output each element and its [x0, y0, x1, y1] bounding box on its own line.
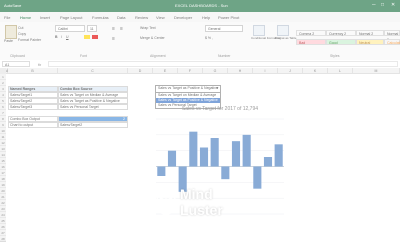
column-header-c[interactable]: C — [58, 68, 128, 74]
tab-help[interactable]: Help — [202, 15, 210, 20]
autosave-label[interactable]: AutoSave — [4, 3, 21, 8]
column-header-e[interactable]: E — [153, 68, 178, 74]
format-as-table-button[interactable]: Format as Table — [275, 36, 296, 40]
style-normal-3[interactable]: Normal 3 — [384, 30, 400, 42]
tab-view[interactable]: View — [156, 15, 165, 20]
tab-file[interactable]: File — [4, 15, 10, 20]
style-good[interactable]: Good — [326, 39, 356, 45]
group-clipboard: Clipboard — [10, 54, 25, 58]
chart-bar — [167, 150, 177, 167]
chart-to-output-label[interactable]: Chart to output — [8, 122, 58, 128]
style-bad[interactable]: Bad — [296, 39, 326, 45]
watermark-line-2: Luster — [180, 202, 223, 218]
brain-icon — [156, 191, 176, 215]
merge-center-button[interactable]: Merge & Center — [140, 36, 165, 40]
tab-developer[interactable]: Developer — [174, 15, 192, 20]
style-currency-2[interactable]: Currency 2 — [326, 30, 356, 36]
bold-icon[interactable]: B — [55, 35, 58, 39]
chart-bar — [221, 166, 230, 180]
paste-label[interactable]: Paste — [4, 39, 13, 43]
chevron-down-icon[interactable]: ▼ — [216, 86, 219, 90]
maximize-icon[interactable]: □ — [381, 2, 384, 8]
column-header-i[interactable]: I — [253, 68, 278, 74]
style-normal-2[interactable]: Normal 2 — [356, 30, 384, 36]
column-header-j[interactable]: J — [278, 68, 303, 74]
column-header-k[interactable]: K — [303, 68, 328, 74]
align-left-icon[interactable]: ≡ — [112, 36, 115, 42]
chart-bar — [157, 166, 166, 176]
close-icon[interactable]: ✕ — [391, 2, 395, 8]
tab-data[interactable]: Data — [117, 15, 125, 20]
font-name-select[interactable]: Calibri — [55, 25, 85, 32]
italic-icon[interactable]: I — [61, 35, 62, 39]
watermark-line-1: Mind — [180, 186, 213, 202]
chart-to-output-value[interactable]: SalesvTarget2 — [58, 122, 128, 128]
column-header-b[interactable]: B — [8, 68, 58, 74]
name-box[interactable]: A1 — [2, 61, 30, 67]
group-font: Font — [80, 54, 88, 58]
align-top-icon[interactable]: ≡ — [112, 26, 115, 32]
row-header[interactable]: 28 — [0, 236, 6, 242]
copy-button[interactable]: Copy — [18, 32, 26, 36]
tab-page-layout[interactable]: Page Layout — [60, 15, 82, 20]
ribbon: Paste Cut Copy Format Painter Calibri 11… — [0, 22, 400, 61]
tab-home[interactable]: Home — [20, 15, 31, 20]
fx-icon[interactable]: fx — [38, 62, 41, 67]
wrap-text-button[interactable]: Wrap Text — [140, 26, 156, 30]
fill-color-icon[interactable] — [84, 35, 90, 39]
column-header-h[interactable]: H — [228, 68, 253, 74]
formula-input[interactable] — [48, 61, 398, 67]
tab-power-pivot[interactable]: Power Pivot — [218, 15, 239, 20]
chart-bar — [231, 141, 241, 167]
tab-formulas[interactable]: Formulas — [92, 15, 109, 20]
chart-title: Sales vs Target for 2017 of 12,794 — [181, 106, 259, 112]
minimize-icon[interactable]: ─ — [372, 2, 376, 8]
mind-luster-logo: Mind Luster — [155, 185, 245, 225]
chart-bar — [253, 166, 262, 189]
chart-bar — [199, 147, 209, 167]
column-header-d[interactable]: D — [128, 68, 153, 74]
currency-icon[interactable]: $ % , — [205, 36, 213, 40]
column-header-f[interactable]: F — [178, 68, 203, 74]
title-bar: AutoSave EXCEL DASHBOARDS - Sun ─ □ ✕ — [0, 0, 400, 12]
tab-review[interactable]: Review — [135, 15, 148, 20]
group-alignment: Alignment — [150, 54, 166, 58]
window-title: EXCEL DASHBOARDS - Sun — [175, 3, 228, 8]
column-header-l[interactable]: L — [328, 68, 353, 74]
table-cell[interactable]: SalesvTarget3 — [8, 104, 58, 110]
chart-bar — [189, 131, 198, 167]
combo-box-selected[interactable]: Sales vs Target as Positive & Negative — [156, 86, 220, 91]
font-size-select[interactable]: 11 — [87, 25, 97, 32]
align-middle-icon[interactable]: ≡ — [120, 26, 123, 32]
underline-icon[interactable]: U — [66, 35, 69, 39]
column-header-m[interactable]: M — [353, 68, 400, 74]
style-comma-2[interactable]: Comma 2 — [296, 30, 326, 36]
group-styles: Styles — [330, 54, 340, 58]
style-neutral[interactable]: Neutral — [356, 39, 384, 45]
group-number: Number — [218, 54, 231, 58]
table-cell[interactable]: Sales vs Personal Target — [58, 104, 128, 110]
conditional-formatting-icon[interactable] — [253, 25, 265, 36]
chart-bar — [263, 157, 273, 167]
chart-bar — [242, 134, 251, 167]
style-calculation[interactable]: Calculation — [384, 39, 400, 45]
cut-button[interactable]: Cut — [18, 26, 23, 30]
tab-insert[interactable]: Insert — [40, 15, 50, 20]
chart-bar — [210, 138, 219, 167]
column-header-g[interactable]: G — [203, 68, 228, 74]
format-as-table-icon[interactable] — [277, 25, 289, 36]
number-format-select[interactable]: General — [205, 25, 243, 32]
chart-bar — [274, 144, 283, 167]
paste-icon[interactable] — [5, 25, 17, 39]
format-painter-button[interactable]: Format Painter — [18, 38, 41, 42]
font-color-icon[interactable] — [92, 35, 98, 39]
